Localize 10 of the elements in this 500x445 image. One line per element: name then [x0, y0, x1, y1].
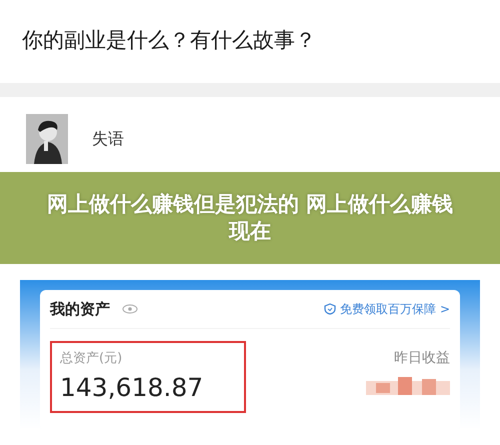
- promo-link[interactable]: 免费领取百万保障 >: [340, 300, 450, 318]
- shield-icon: [324, 303, 336, 315]
- question-title: 你的副业是什么？有什么故事？: [21, 27, 317, 54]
- eye-icon[interactable]: [122, 304, 138, 314]
- yesterday-earnings-label: 昨日收益: [394, 349, 450, 367]
- card-title: 我的资产: [50, 300, 110, 318]
- total-assets-value: 143,618.87: [60, 373, 204, 402]
- total-assets-label: 总资产(元): [60, 350, 124, 367]
- banner-title: 网上做什么赚钱但是犯法的 网上做什么赚钱现在: [46, 190, 454, 245]
- author-name[interactable]: 失语: [92, 128, 124, 150]
